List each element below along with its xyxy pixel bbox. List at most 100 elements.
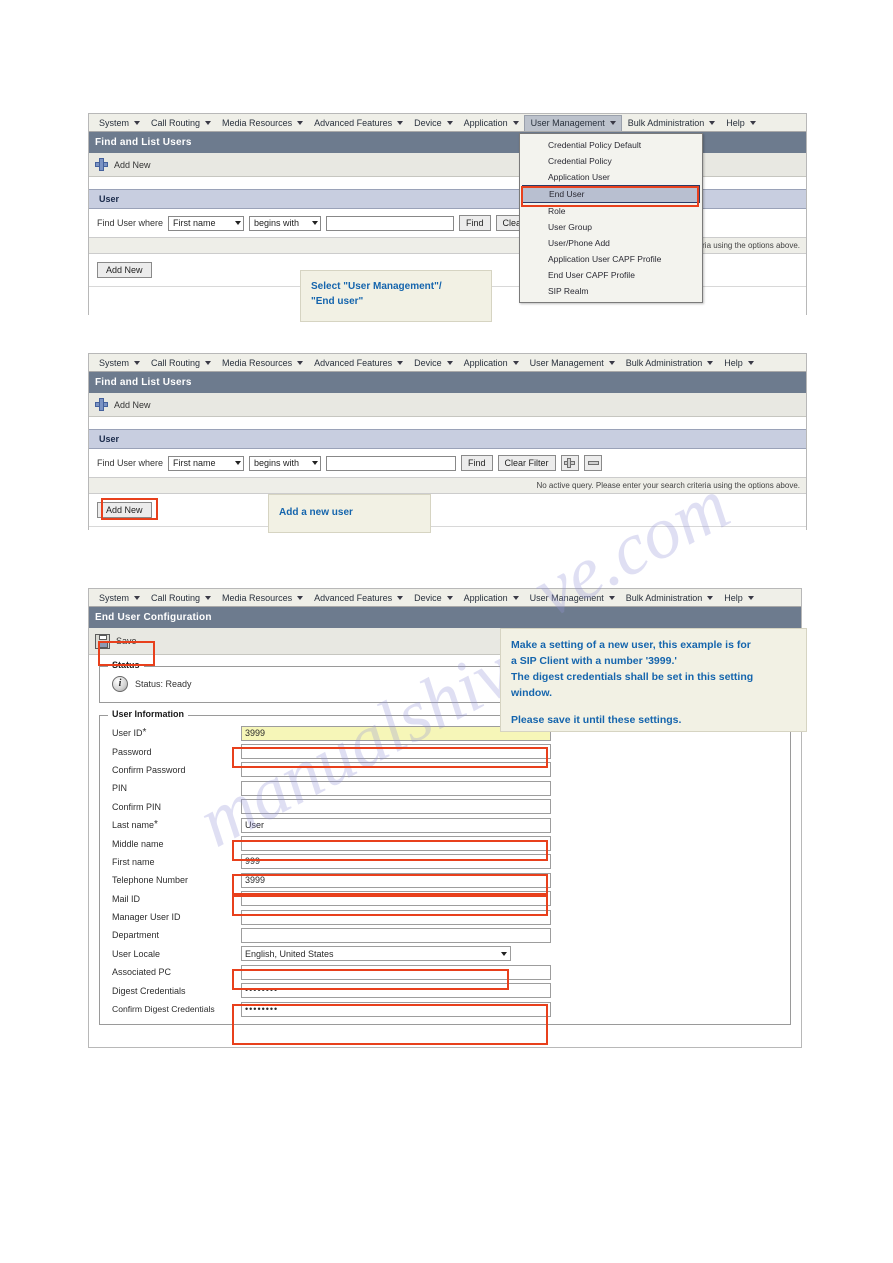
- field-input-associated-pc[interactable]: [241, 964, 551, 980]
- field-select-user-locale-value: English, United States: [245, 948, 334, 959]
- callout-line-2: "End user": [311, 296, 364, 307]
- find-button-2[interactable]: Find: [461, 455, 493, 471]
- menu-item-system[interactable]: System: [93, 355, 145, 371]
- field-input-middle-name[interactable]: [241, 836, 551, 852]
- menu-item-system[interactable]: System: [93, 115, 145, 131]
- menu-item-advanced-features[interactable]: Advanced Features: [308, 355, 408, 371]
- callout-line-5: Please save it until these settings.: [511, 714, 682, 726]
- callout-line-4: window.: [511, 687, 553, 699]
- menu-bar-1: System Call Routing Media Resources Adva…: [89, 114, 806, 132]
- menu-item-user-management[interactable]: User Management: [524, 355, 620, 371]
- menu-item-advanced-features[interactable]: Advanced Features: [308, 590, 408, 606]
- menu-item-device[interactable]: Device: [408, 355, 458, 371]
- menu-item-bulk-administration[interactable]: Bulk Administration: [622, 115, 721, 131]
- field-input-confirm-digest-credentials[interactable]: ••••••••: [241, 1001, 551, 1017]
- menu-item-media-resources[interactable]: Media Resources: [216, 115, 308, 131]
- find-operator-select-2[interactable]: begins with: [249, 455, 322, 471]
- dropdown-item-sip-realm[interactable]: SIP Realm: [520, 283, 702, 299]
- menu-item-application[interactable]: Application: [458, 115, 524, 131]
- field-input-password[interactable]: [241, 744, 551, 760]
- remove-search-criteria-button[interactable]: [583, 455, 602, 471]
- menu-item-label: Bulk Administration: [625, 592, 703, 603]
- field-input-last-name[interactable]: User: [241, 817, 551, 833]
- find-button-1[interactable]: Find: [459, 215, 491, 231]
- callout-select-user-management: Select "User Management"/ "End user": [300, 270, 492, 322]
- dropdown-item-application-user[interactable]: Application User: [520, 169, 702, 185]
- find-operator-select-1[interactable]: begins with: [249, 215, 322, 231]
- add-new-button-2[interactable]: Add New: [97, 502, 152, 518]
- chevron-down-icon: [205, 120, 212, 125]
- dropdown-item-end-user[interactable]: End User: [522, 185, 700, 203]
- user-information-legend: User Information: [108, 709, 189, 719]
- add-new-toolbar-button[interactable]: Add New: [114, 160, 151, 170]
- menu-item-device[interactable]: Device: [408, 115, 458, 131]
- field-input-digest-credentials[interactable]: ••••••••: [241, 983, 551, 999]
- field-input-telephone-number[interactable]: 3999: [241, 872, 551, 888]
- chevron-down-icon: [709, 120, 716, 125]
- menu-item-media-resources[interactable]: Media Resources: [216, 355, 308, 371]
- field-label-confirm-password: Confirm Password: [112, 764, 186, 775]
- callout-line-1: Select "User Management"/: [311, 281, 442, 292]
- find-and-list-users-panel-2: System Call Routing Media Resources Adva…: [88, 353, 807, 546]
- find-field-select-1[interactable]: First name: [168, 215, 245, 231]
- dropdown-item-credential-policy-default[interactable]: Credential Policy Default: [520, 137, 702, 153]
- field-input-department[interactable]: [241, 927, 551, 943]
- menu-item-user-management[interactable]: User Management: [524, 590, 620, 606]
- field-input-confirm-password[interactable]: [241, 762, 551, 778]
- dropdown-item-application-user-capf-profile[interactable]: Application User CAPF Profile: [520, 251, 702, 267]
- menu-item-help[interactable]: Help: [718, 355, 759, 371]
- menu-item-help[interactable]: Help: [718, 590, 759, 606]
- menu-item-application[interactable]: Application: [458, 590, 524, 606]
- find-search-input-2[interactable]: [326, 455, 457, 471]
- field-label-middle-name: Middle name: [112, 838, 164, 849]
- field-input-manager-user-id[interactable]: [241, 909, 551, 925]
- field-row-confirm-digest-credentials: Confirm Digest Credentials ••••••••: [108, 1000, 782, 1018]
- chevron-down-icon: [707, 595, 714, 600]
- find-search-input-1[interactable]: [326, 215, 455, 231]
- dropdown-item-credential-policy[interactable]: Credential Policy: [520, 153, 702, 169]
- field-input-mail-id[interactable]: [241, 891, 551, 907]
- menu-item-label: User Management: [529, 357, 604, 368]
- menu-item-advanced-features[interactable]: Advanced Features: [308, 115, 408, 131]
- menu-item-call-routing[interactable]: Call Routing: [145, 115, 216, 131]
- callout-line-2: a SIP Client with a number '3999.': [511, 655, 677, 667]
- find-field-select-2[interactable]: First name: [168, 455, 245, 471]
- section-header-user-2: User: [89, 429, 806, 449]
- find-field-select-value: First name: [173, 218, 216, 228]
- menu-item-bulk-administration[interactable]: Bulk Administration: [620, 590, 719, 606]
- menu-item-system[interactable]: System: [93, 590, 145, 606]
- clear-filter-button-2[interactable]: Clear Filter: [497, 455, 556, 471]
- dropdown-item-user-group[interactable]: User Group: [520, 219, 702, 235]
- chevron-down-icon: [312, 221, 319, 225]
- field-select-user-locale[interactable]: English, United States: [241, 946, 511, 962]
- chevron-down-icon: [134, 595, 141, 600]
- chevron-down-icon: [446, 595, 453, 600]
- save-button[interactable]: Save: [116, 636, 137, 646]
- field-label-mail-id: Mail ID: [112, 893, 141, 904]
- user-information-fieldset: User Information User ID* 3999 Password …: [99, 709, 791, 1026]
- menu-item-label: User Management: [529, 592, 604, 603]
- menu-item-media-resources[interactable]: Media Resources: [216, 590, 308, 606]
- menu-item-user-management[interactable]: User Management: [523, 114, 622, 131]
- menu-item-application[interactable]: Application: [458, 355, 524, 371]
- field-input-first-name[interactable]: 999: [241, 854, 551, 870]
- plus-icon: [95, 158, 108, 171]
- dropdown-item-role[interactable]: Role: [520, 203, 702, 219]
- menu-item-label: System: [99, 357, 130, 368]
- spacer: [89, 417, 806, 429]
- add-new-button-1[interactable]: Add New: [97, 262, 152, 278]
- menu-item-call-routing[interactable]: Call Routing: [145, 355, 216, 371]
- dropdown-item-user-phone-add[interactable]: User/Phone Add: [520, 235, 702, 251]
- menu-item-call-routing[interactable]: Call Routing: [145, 590, 216, 606]
- add-search-criteria-button[interactable]: [560, 455, 579, 471]
- field-row-confirm-pin: Confirm PIN: [108, 798, 782, 816]
- chevron-down-icon: [446, 120, 453, 125]
- menu-item-bulk-administration[interactable]: Bulk Administration: [620, 355, 719, 371]
- add-new-toolbar-button-2[interactable]: Add New: [114, 400, 151, 410]
- menu-item-device[interactable]: Device: [408, 590, 458, 606]
- menu-item-label: Device: [414, 592, 442, 603]
- field-input-pin[interactable]: [241, 780, 551, 796]
- field-input-confirm-pin[interactable]: [241, 799, 551, 815]
- menu-item-help[interactable]: Help: [720, 115, 761, 131]
- dropdown-item-end-user-capf-profile[interactable]: End User CAPF Profile: [520, 267, 702, 283]
